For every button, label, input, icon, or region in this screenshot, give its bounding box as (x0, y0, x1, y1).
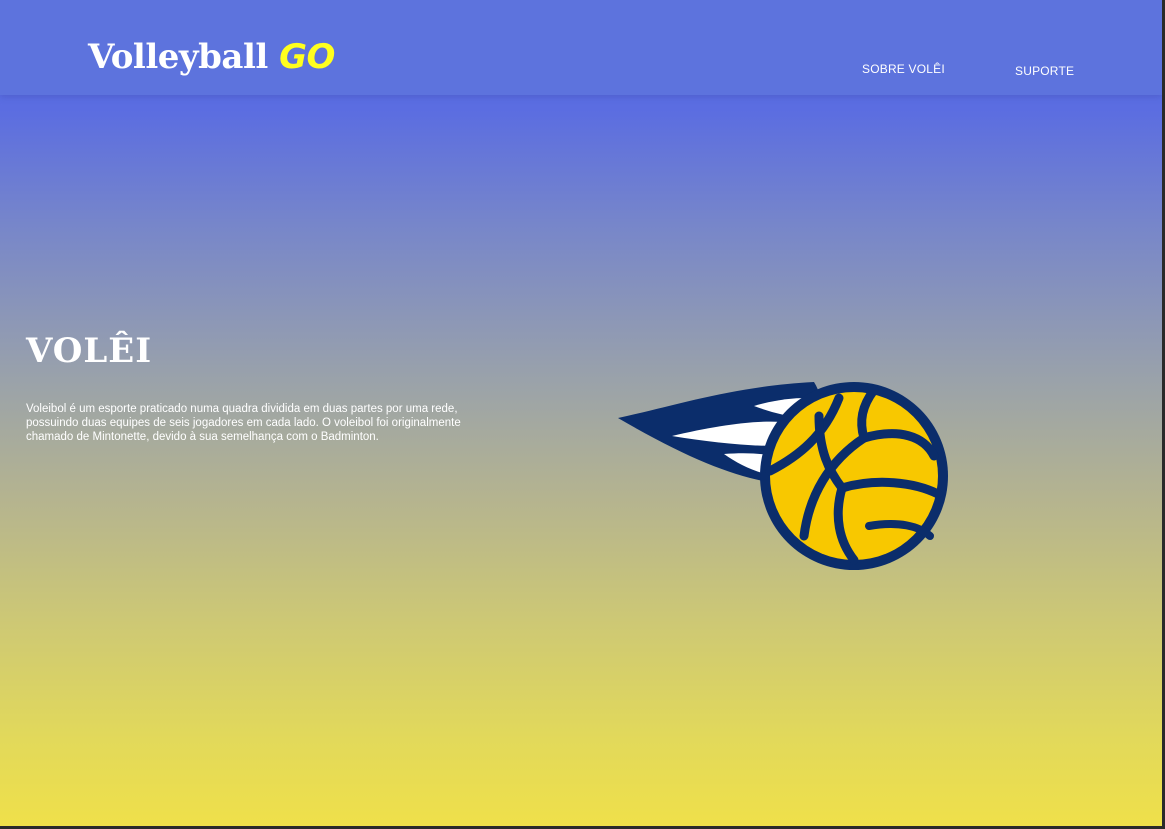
nav-link-sobre-volei[interactable]: SOBRE VOLÊI (862, 62, 945, 76)
brand-logo[interactable]: Volleyball GO (88, 40, 335, 74)
hero-description: Voleibol é um esporte praticado numa qua… (26, 403, 461, 443)
brand-name: Volleyball (88, 37, 268, 77)
page: Volleyball GO SOBRE VOLÊI SUPORTE VOLÊI … (0, 0, 1162, 826)
nav-link-suporte[interactable]: SUPORTE (1015, 64, 1074, 78)
brand-accent: GO (279, 37, 335, 77)
header: Volleyball GO SOBRE VOLÊI SUPORTE (0, 0, 1162, 95)
hero-title: VOLÊI (26, 331, 153, 371)
volleyball-icon (618, 382, 948, 570)
